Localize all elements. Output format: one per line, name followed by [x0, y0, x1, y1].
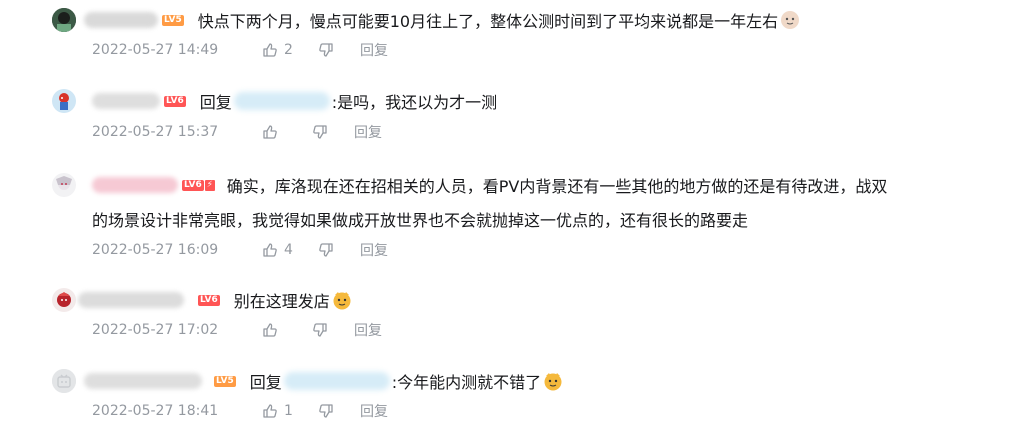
- username-redacted[interactable]: [92, 93, 160, 109]
- thumbs-down-icon[interactable]: [318, 42, 334, 58]
- comment-text: :是吗，我还以为才一测: [331, 93, 498, 112]
- comment-text: :今年能内测就不错了: [391, 373, 542, 392]
- reply-prefix: 回复: [199, 93, 232, 112]
- username-redacted[interactable]: [84, 12, 158, 28]
- thumbs-down-icon[interactable]: [318, 403, 334, 419]
- lightning-icon: ⚡: [204, 179, 215, 191]
- reply-button[interactable]: 回复: [360, 240, 388, 260]
- reply-button[interactable]: 回复: [354, 320, 382, 340]
- avatar[interactable]: [52, 8, 76, 32]
- comment-time: 2022-05-27 15:37: [92, 124, 219, 140]
- reply-button[interactable]: 回复: [354, 122, 382, 142]
- thumbs-down-icon[interactable]: [318, 242, 334, 258]
- avatar[interactable]: [52, 173, 76, 197]
- reply-prefix: 回复: [249, 373, 282, 392]
- like-count: 4: [284, 242, 293, 258]
- username-redacted[interactable]: [84, 373, 202, 389]
- mention-redacted[interactable]: [283, 372, 390, 390]
- comment-time: 2022-05-27 17:02: [92, 322, 219, 338]
- level-badge: LV5: [214, 375, 236, 387]
- comment-time: 2022-05-27 18:41: [92, 403, 219, 419]
- emoji-face-icon: [332, 290, 352, 310]
- reply-button[interactable]: 回复: [360, 401, 388, 421]
- level-badge: LV5: [162, 14, 184, 26]
- comment-text: 确实，库洛现在还在招相关的人员，看PV内背景还有一些其他的地方做的还是有待改进，…: [226, 177, 888, 196]
- mention-redacted[interactable]: [233, 92, 330, 110]
- comment-time: 2022-05-27 14:49: [92, 42, 219, 58]
- thumbs-down-icon[interactable]: [312, 124, 328, 140]
- thumbs-up-icon[interactable]: [262, 124, 278, 140]
- thumbs-up-icon[interactable]: [262, 42, 278, 58]
- comment-text: 别在这理发店: [233, 292, 330, 311]
- reply-button[interactable]: 回复: [360, 40, 388, 60]
- comment-text: 快点下两个月，慢点可能要10月往上了，整体公测时间到了平均来说都是一年左右: [197, 12, 779, 31]
- avatar[interactable]: [52, 89, 76, 113]
- thumbs-up-icon[interactable]: [262, 403, 278, 419]
- level-badge: LV6: [182, 179, 204, 191]
- level-badge: LV6: [164, 95, 186, 107]
- thumbs-up-icon[interactable]: [262, 322, 278, 338]
- like-count: 2: [284, 42, 293, 58]
- thumbs-up-icon[interactable]: [262, 242, 278, 258]
- thumbs-down-icon[interactable]: [312, 322, 328, 338]
- avatar[interactable]: [52, 288, 76, 312]
- comment-time: 2022-05-27 16:09: [92, 242, 219, 258]
- emoji-face-icon: [543, 371, 563, 391]
- emoji-face-icon: [780, 10, 800, 30]
- username-redacted[interactable]: [78, 292, 184, 308]
- username-redacted[interactable]: [92, 177, 178, 193]
- comment-text-continued: 的场景设计非常亮眼，我觉得如果做成开放世界也不会就抛掉这一优点的，还有很长的路要…: [92, 211, 749, 230]
- level-badge: LV6: [198, 294, 220, 306]
- avatar[interactable]: [52, 369, 76, 393]
- like-count: 1: [284, 403, 293, 419]
